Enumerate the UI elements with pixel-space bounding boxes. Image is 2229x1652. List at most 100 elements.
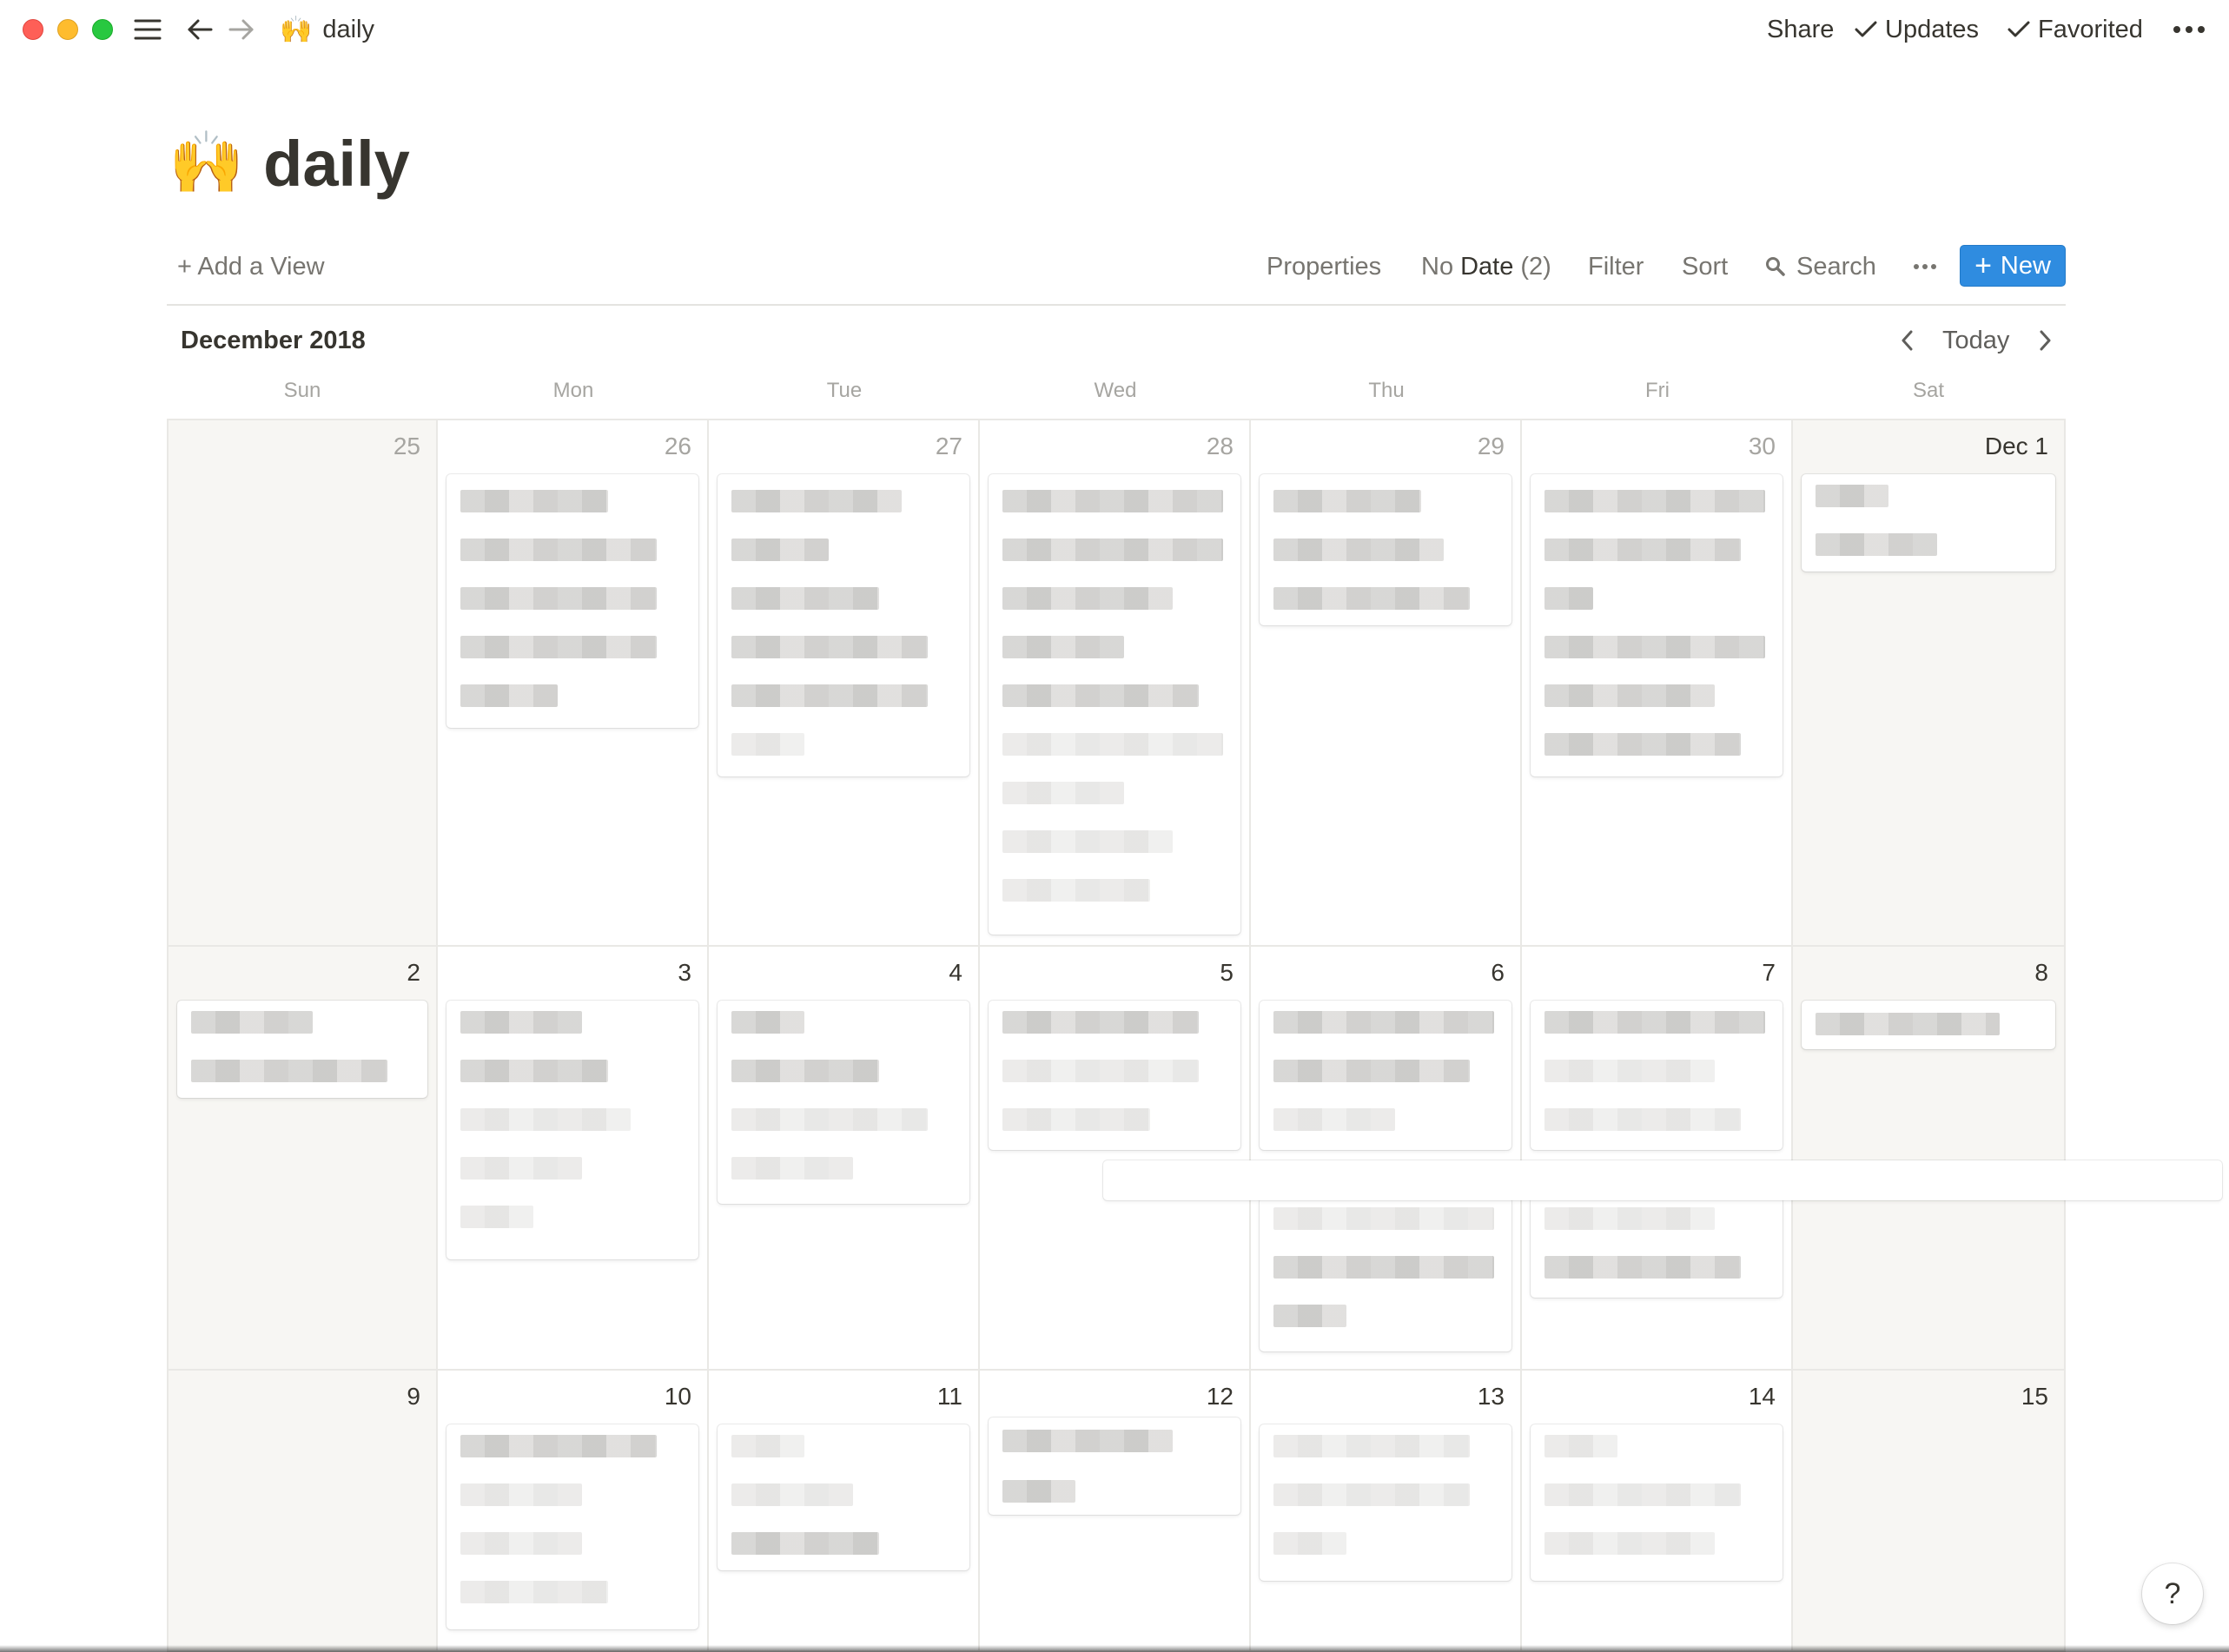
event-card-title[interactable] xyxy=(1273,587,1470,610)
event-card-title[interactable] xyxy=(1002,539,1223,561)
event-card-title[interactable] xyxy=(191,1060,387,1082)
event-card-title[interactable] xyxy=(1544,1060,1715,1082)
zoom-window-button[interactable] xyxy=(92,19,113,40)
event-card-stack[interactable] xyxy=(1531,474,1783,776)
event-card-title[interactable] xyxy=(1273,1011,1494,1034)
properties-button[interactable]: Properties xyxy=(1267,245,1381,288)
event-card-title[interactable] xyxy=(1544,587,1593,610)
event-card-stack[interactable] xyxy=(1260,474,1511,625)
event-card-stack[interactable] xyxy=(177,1001,427,1098)
event-card-title[interactable] xyxy=(731,1157,853,1180)
event-card-title[interactable] xyxy=(460,684,558,707)
calendar-day-cell[interactable]: 28 xyxy=(980,419,1251,947)
event-card-title[interactable] xyxy=(1002,1108,1150,1131)
event-card-stack[interactable] xyxy=(446,474,698,728)
event-card-title[interactable] xyxy=(460,490,608,512)
event-card-stack[interactable] xyxy=(1260,1197,1511,1351)
event-card-title[interactable] xyxy=(460,1581,608,1603)
event-card-title[interactable] xyxy=(1544,733,1741,756)
event-card-title[interactable] xyxy=(731,539,829,561)
calendar-day-cell[interactable]: 6 xyxy=(1251,947,1522,1371)
calendar-day-cell[interactable]: 5 xyxy=(980,947,1251,1371)
more-horizontal-icon[interactable] xyxy=(2170,12,2208,47)
event-card-stack[interactable] xyxy=(1260,1001,1511,1150)
today-button[interactable]: Today xyxy=(1942,323,2009,358)
event-card-title[interactable] xyxy=(1002,830,1173,853)
event-card-title[interactable] xyxy=(460,1157,582,1180)
event-card-stack[interactable] xyxy=(718,474,969,776)
event-card-title[interactable] xyxy=(460,1532,582,1555)
filter-button[interactable]: Filter xyxy=(1588,245,1644,288)
next-month-button[interactable] xyxy=(2036,323,2054,358)
event-card-title[interactable] xyxy=(1002,490,1223,512)
view-more-icon[interactable] xyxy=(1913,245,1937,288)
event-card-title[interactable] xyxy=(1544,636,1765,658)
favorited-button[interactable]: Favorited xyxy=(2007,12,2143,47)
event-card-title[interactable] xyxy=(1544,1207,1715,1230)
event-card-title[interactable] xyxy=(460,1206,533,1228)
event-card-title[interactable] xyxy=(731,1532,879,1555)
new-button[interactable]: + New xyxy=(1960,245,2066,287)
page-title-text[interactable]: daily xyxy=(263,127,410,201)
event-card-title[interactable] xyxy=(1544,1256,1741,1279)
event-card-title[interactable] xyxy=(731,1483,853,1506)
event-card-stack[interactable] xyxy=(1531,1001,1783,1150)
event-card-title[interactable] xyxy=(1002,587,1173,610)
event-card-title[interactable] xyxy=(731,1060,879,1082)
event-card-title[interactable] xyxy=(1002,879,1150,902)
event-card-title[interactable] xyxy=(460,1435,657,1457)
calendar-day-cell[interactable]: 9 xyxy=(167,1371,438,1652)
previous-month-button[interactable] xyxy=(1899,323,1916,358)
event-card-title[interactable] xyxy=(1273,1435,1470,1457)
calendar-day-cell[interactable]: 8 xyxy=(1793,947,2066,1371)
event-card-title[interactable] xyxy=(1544,1435,1617,1457)
event-card-title[interactable] xyxy=(1002,636,1124,658)
calendar-day-cell[interactable]: 30 xyxy=(1522,419,1793,947)
event-card-title[interactable] xyxy=(460,636,657,658)
calendar-day-cell[interactable]: 3 xyxy=(438,947,709,1371)
event-card-title[interactable] xyxy=(731,733,804,756)
back-arrow-icon[interactable] xyxy=(182,12,217,47)
event-card-title[interactable] xyxy=(1273,1060,1470,1082)
event-card-stack[interactable] xyxy=(1531,1424,1783,1581)
event-card-title[interactable] xyxy=(1002,733,1223,756)
sort-button[interactable]: Sort xyxy=(1682,245,1728,288)
event-card-title[interactable] xyxy=(731,1435,804,1457)
event-card-title[interactable] xyxy=(1544,684,1715,707)
forward-arrow-icon[interactable] xyxy=(224,12,259,47)
event-card-title[interactable] xyxy=(460,539,657,561)
calendar-day-cell[interactable]: 29 xyxy=(1251,419,1522,947)
event-card-title[interactable] xyxy=(731,1011,804,1034)
calendar-day-cell[interactable]: Dec 1 xyxy=(1793,419,2066,947)
calendar-day-cell[interactable]: 7 xyxy=(1522,947,1793,1371)
calendar-day-cell[interactable]: 13 xyxy=(1251,1371,1522,1652)
event-card-stack[interactable] xyxy=(718,1424,969,1570)
event-card-title[interactable] xyxy=(731,636,928,658)
event-card-title[interactable] xyxy=(460,1011,582,1034)
calendar-day-cell[interactable]: 14 xyxy=(1522,1371,1793,1652)
event-card-title[interactable] xyxy=(1002,1480,1075,1503)
event-card-title[interactable] xyxy=(1002,1060,1199,1082)
event-card-title[interactable] xyxy=(460,1108,631,1131)
event-card-title[interactable] xyxy=(1002,1430,1173,1452)
event-card-title[interactable] xyxy=(731,490,902,512)
multi-day-event-bar[interactable] xyxy=(1103,1160,2222,1200)
event-card-title[interactable] xyxy=(1002,684,1199,707)
minimize-window-button[interactable] xyxy=(57,19,78,40)
event-card-stack[interactable] xyxy=(446,1424,698,1629)
calendar-day-cell[interactable]: 27 xyxy=(709,419,980,947)
event-card-title[interactable] xyxy=(1273,1483,1470,1506)
page-emoji-icon[interactable]: 🙌 xyxy=(169,128,244,199)
event-card-title[interactable] xyxy=(1816,533,1937,556)
event-card-stack[interactable] xyxy=(989,1001,1240,1150)
event-card-stack[interactable] xyxy=(718,1001,969,1204)
event-card-title[interactable] xyxy=(1544,1532,1715,1555)
event-card-title[interactable] xyxy=(731,1108,928,1131)
event-card-title[interactable] xyxy=(1273,490,1421,512)
event-card-title[interactable] xyxy=(1544,1108,1741,1131)
event-card-title[interactable] xyxy=(1544,539,1741,561)
event-card-stack[interactable] xyxy=(1531,1197,1783,1298)
event-card-title[interactable] xyxy=(1816,1013,2000,1035)
calendar-day-cell[interactable]: 15 xyxy=(1793,1371,2066,1652)
calendar-day-cell[interactable]: 4 xyxy=(709,947,980,1371)
